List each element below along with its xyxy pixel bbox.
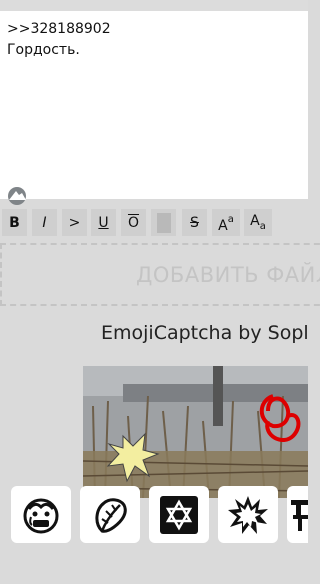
subscript-button[interactable]: Aa — [244, 209, 272, 236]
spoiler-block-icon — [156, 212, 171, 233]
sage-icon[interactable] — [5, 185, 29, 205]
strike-button[interactable]: S — [182, 209, 207, 236]
superscript-button[interactable]: Aa — [212, 209, 240, 236]
emoji-option-tower[interactable] — [287, 486, 308, 543]
file-dropzone[interactable]: ДОБАВИТЬ ФАЙЛ — [0, 243, 320, 306]
explosion-icon — [228, 495, 268, 534]
star-of-david-icon — [160, 495, 198, 534]
reply-line-2: Гордость. — [7, 42, 80, 58]
format-toolbar: B I > U O S Aa Aa — [0, 209, 308, 237]
bold-button[interactable]: B — [2, 209, 27, 236]
overline-button[interactable]: O — [121, 209, 146, 236]
reply-text: >>328188902 Гордость. — [7, 19, 111, 61]
emoji-option-lettuce[interactable] — [80, 486, 140, 543]
dropzone-label: ДОБАВИТЬ ФАЙЛ — [136, 262, 320, 287]
crying-face-icon — [23, 498, 59, 533]
underline-button[interactable]: U — [91, 209, 116, 236]
reply-line-1: >>328188902 — [7, 21, 111, 37]
reply-textarea[interactable]: >>328188902 Гордость. — [0, 0, 308, 205]
emoji-option-star-of-david[interactable] — [149, 486, 209, 543]
italic-button[interactable]: I — [32, 209, 57, 236]
captcha-image — [83, 366, 308, 498]
lettuce-icon — [95, 497, 127, 533]
emoji-option-explosion[interactable] — [218, 486, 278, 543]
quote-button[interactable]: > — [62, 209, 87, 236]
tower-icon — [291, 499, 308, 531]
spoiler-button[interactable] — [151, 209, 176, 236]
captcha-title: EmojiCaptcha by Sopl — [101, 322, 309, 344]
emoji-option-crying-face[interactable] — [11, 486, 71, 543]
